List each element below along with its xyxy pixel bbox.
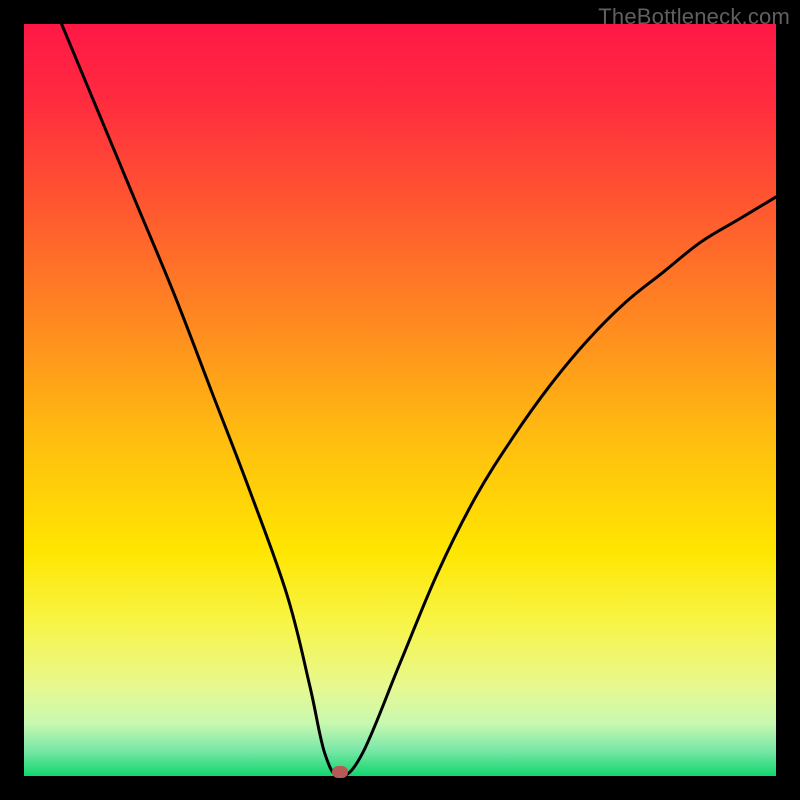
watermark-text: TheBottleneck.com (598, 4, 790, 30)
chart-frame (24, 24, 776, 776)
minimum-marker (332, 766, 348, 778)
bottleneck-chart (24, 24, 776, 776)
